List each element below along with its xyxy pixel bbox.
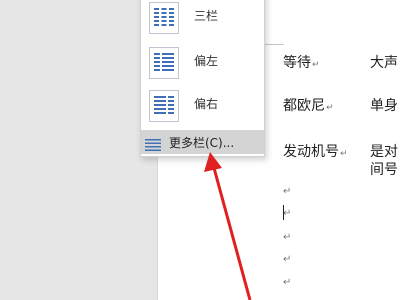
annotation-arrow (204, 152, 252, 300)
